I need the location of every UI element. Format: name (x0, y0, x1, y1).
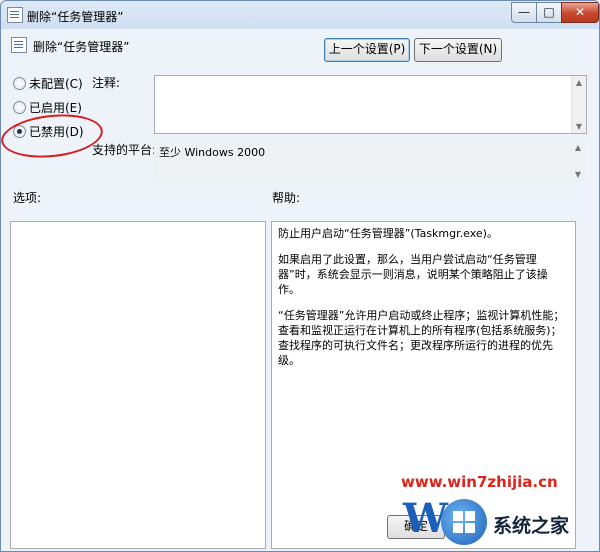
help-text: 防止用户启动“任务管理器”(Taskmgr.exe)。 如果启用了此设置，那么，… (272, 222, 575, 383)
red-highlight-circle (1, 109, 105, 163)
window-title: 删除“任务管理器” (27, 10, 124, 24)
platform-label: 支持的平台: (92, 143, 157, 157)
minimize-button[interactable]: — (511, 2, 537, 23)
help-paragraph-3: “任务管理器”允许用户启动或终止程序；监视计算机性能；查看和监视正运行在计算机上… (278, 309, 565, 367)
platform-scrollbar[interactable]: ▲ ▼ (571, 141, 585, 181)
radio-enabled-label: 已启用(E) (29, 101, 82, 115)
watermark-name: 系统之家 (493, 515, 570, 537)
radio-enabled-circle[interactable] (13, 101, 26, 114)
radio-not-configured-label: 未配置(C) (29, 77, 83, 91)
watermark: www.win7zhijia.cn W 系统之家 (401, 473, 599, 551)
help-paragraph-2: 如果启用了此设置，那么，当用户尝试启动“任务管理器”时，系统会显示一则消息，说明… (278, 253, 548, 296)
close-button[interactable]: ✕ (561, 2, 599, 23)
setting-icon (11, 37, 27, 53)
windows-logo-icon (441, 499, 487, 545)
options-panel (10, 221, 266, 549)
options-label: 选项: (13, 191, 42, 205)
comment-label: 注释: (92, 76, 121, 90)
previous-setting-button[interactable]: 上一个设置(P) (324, 38, 410, 62)
scroll-up-icon[interactable]: ▲ (574, 78, 584, 87)
radio-not-configured-circle[interactable] (13, 77, 26, 90)
help-paragraph-1: 防止用户启动“任务管理器”(Taskmgr.exe)。 (278, 227, 498, 240)
help-label: 帮助: (272, 191, 301, 205)
scroll-down-icon[interactable]: ▼ (573, 170, 583, 179)
title-bar[interactable]: 删除“任务管理器” — □ ✕ (1, 1, 599, 29)
platform-box: 至少 Windows 2000 ▲ ▼ (154, 141, 585, 181)
next-setting-button[interactable]: 下一个设置(N) (414, 38, 502, 62)
watermark-url: www.win7zhijia.cn (401, 473, 558, 491)
maximize-button[interactable]: □ (536, 2, 562, 23)
comment-scrollbar[interactable]: ▲ ▼ (571, 76, 586, 133)
platform-value: 至少 Windows 2000 (159, 146, 266, 159)
radio-not-configured[interactable]: 未配置(C) (13, 75, 83, 91)
scroll-down-icon[interactable]: ▼ (574, 122, 584, 131)
policy-icon (7, 7, 23, 23)
comment-textbox[interactable]: ▲ ▼ (154, 75, 587, 134)
policy-name: 删除“任务管理器” (33, 40, 130, 54)
policy-dialog-window: 删除“任务管理器” — □ ✕ 删除“任务管理器” 上一个设置(P) 下一个设置… (0, 0, 600, 552)
radio-enabled[interactable]: 已启用(E) (13, 99, 82, 115)
scroll-up-icon[interactable]: ▲ (573, 143, 583, 152)
